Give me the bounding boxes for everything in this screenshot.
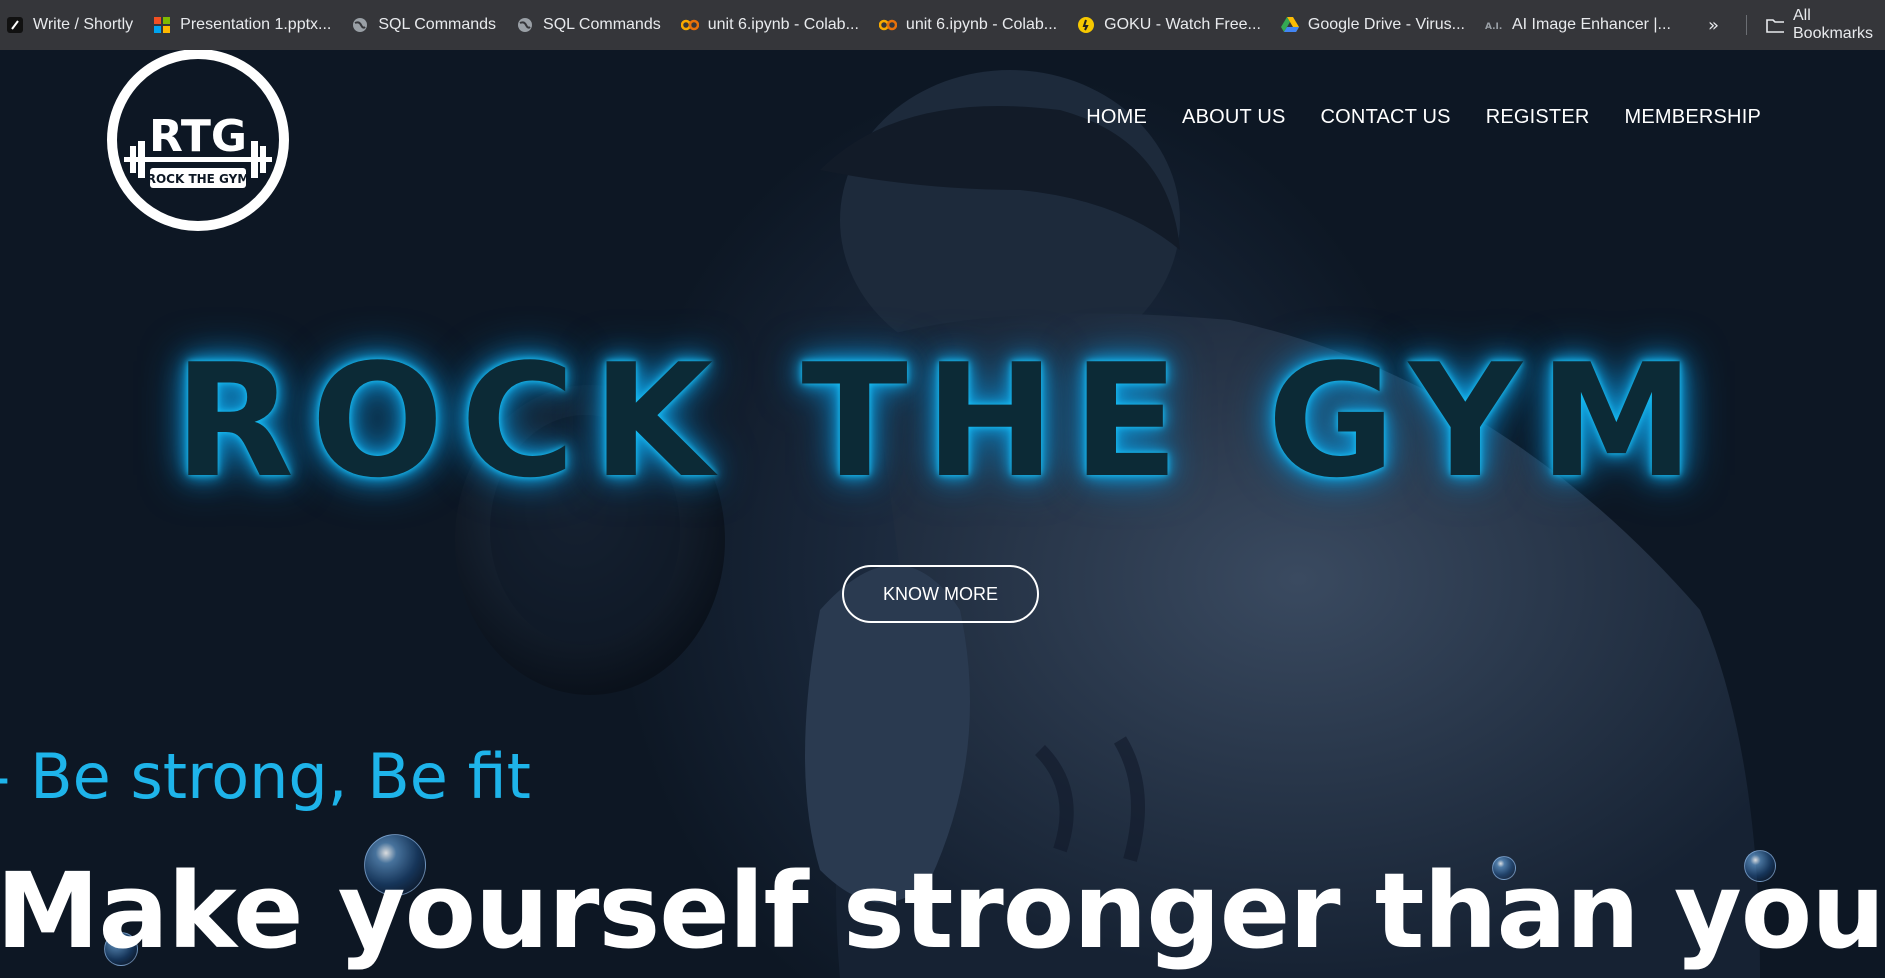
nav-about-us[interactable]: ABOUT US (1182, 106, 1285, 129)
bookmark-label: AI Image Enhancer |... (1511, 16, 1671, 33)
all-bookmarks-label: All Bookmarks (1793, 7, 1874, 42)
colab-icon (878, 16, 897, 34)
google-drive-icon (1280, 16, 1299, 34)
bookmark-sql-commands-1[interactable]: SQL Commands (351, 0, 496, 50)
nav-home[interactable]: HOME (1086, 106, 1147, 129)
chevron-double-right-icon: » (1708, 14, 1720, 36)
bookmark-label: SQL Commands (378, 16, 497, 33)
bookmark-label: Presentation 1.pptx... (180, 16, 332, 33)
logo-text: ROCK THE GYM (147, 172, 250, 186)
all-bookmarks-button[interactable]: All Bookmarks (1766, 0, 1885, 50)
hero-section: RTG ROCK THE GYM HOME ABOUT US CONTACT U… (0, 50, 1885, 978)
nav-membership[interactable]: MEMBERSHIP (1625, 106, 1761, 129)
know-more-button[interactable]: KNOW MORE (842, 565, 1039, 623)
rtg-logo[interactable]: RTG ROCK THE GYM (104, 50, 292, 234)
logo-monogram: RTG (149, 111, 247, 162)
bookmark-presentation[interactable]: Presentation 1.pptx... (153, 0, 331, 50)
ai-icon: A.I. (1485, 16, 1503, 34)
globe-icon (351, 16, 369, 34)
bookmarks-divider (1746, 15, 1747, 35)
bookmark-ai-image-enhancer[interactable]: A.I. AI Image Enhancer |... (1485, 0, 1671, 50)
bookmark-label: Google Drive - Virus... (1307, 16, 1465, 33)
bookmark-label: unit 6.ipynb - Colab... (707, 16, 859, 33)
bookmark-colab-2[interactable]: unit 6.ipynb - Colab... (878, 0, 1058, 50)
folder-icon (1766, 16, 1784, 34)
shortly-icon (6, 16, 24, 34)
bookmarks-bar: Write / Shortly Presentation 1.pptx... S… (0, 0, 1885, 50)
svg-text:A.I.: A.I. (1485, 22, 1502, 32)
hero-title: ROCK THE GYM (173, 330, 1712, 512)
bookmark-google-drive[interactable]: Google Drive - Virus... (1280, 0, 1465, 50)
colab-icon (680, 16, 699, 34)
bookmark-shortly[interactable]: Write / Shortly (6, 0, 133, 50)
more-bookmarks-button[interactable]: » (1708, 0, 1719, 50)
microsoft-icon (153, 16, 171, 34)
bookmark-label: Write / Shortly (33, 16, 134, 33)
bookmark-label: GOKU - Watch Free... (1104, 16, 1261, 33)
nav-register[interactable]: REGISTER (1486, 106, 1590, 129)
main-nav: HOME ABOUT US CONTACT US REGISTER MEMBER… (1086, 106, 1761, 129)
bookmark-sql-commands-2[interactable]: SQL Commands (516, 0, 661, 50)
nav-contact-us[interactable]: CONTACT US (1321, 106, 1451, 129)
bookmark-goku[interactable]: GOKU - Watch Free... (1077, 0, 1261, 50)
globe-icon (516, 16, 534, 34)
bookmark-colab-1[interactable]: unit 6.ipynb - Colab... (680, 0, 859, 50)
bookmark-label: unit 6.ipynb - Colab... (905, 16, 1058, 33)
goku-icon (1077, 16, 1095, 34)
bookmark-label: SQL Commands (543, 16, 661, 33)
hero-tagline: - Be strong, Be fit (0, 740, 531, 813)
hero-headline: Make yourself stronger than your (0, 850, 1885, 972)
